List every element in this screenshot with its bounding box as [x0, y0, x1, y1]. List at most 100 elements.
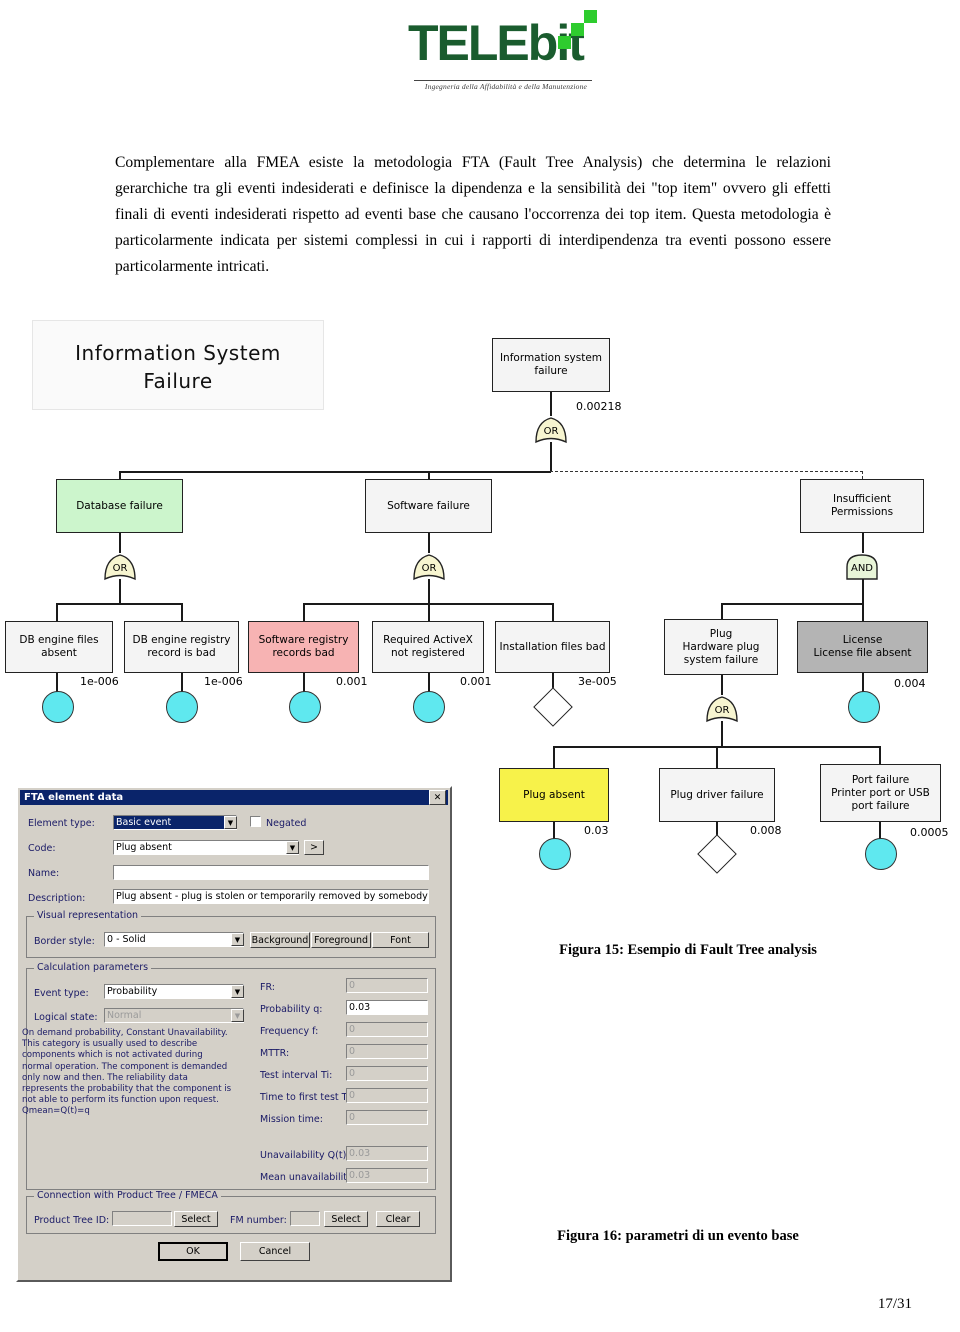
- chevron-down-icon[interactable]: ▼: [231, 985, 244, 998]
- diagram-title-panel: Information System Failure: [32, 320, 324, 410]
- product-tree-id-input[interactable]: [112, 1211, 172, 1226]
- node-insufficient-permissions[interactable]: Insufficient Permissions: [800, 479, 924, 533]
- negated-checkbox[interactable]: [250, 816, 261, 827]
- probability-q-label: Probability q:: [260, 1004, 323, 1015]
- node-information-system-failure[interactable]: Information system failure: [492, 338, 610, 392]
- product-tree-select-button[interactable]: Select: [174, 1211, 218, 1227]
- connector: [56, 673, 58, 693]
- code-combo[interactable]: Plug absent: [113, 840, 299, 855]
- undeveloped-event-diamond-installation[interactable]: [533, 687, 573, 727]
- foreground-button[interactable]: Foreground: [311, 932, 371, 948]
- node-software-failure[interactable]: Software failure: [365, 479, 492, 533]
- fm-number-label: FM number:: [230, 1215, 287, 1226]
- close-icon[interactable]: ✕: [429, 790, 446, 805]
- gate-and-permissions[interactable]: AND: [845, 553, 879, 581]
- basic-event-circle-license[interactable]: [848, 691, 880, 723]
- dialog-title: FTA element data: [24, 792, 124, 803]
- node-label: Insufficient Permissions: [830, 493, 894, 518]
- ok-button[interactable]: OK: [158, 1242, 228, 1261]
- logo-square-1: [558, 36, 571, 49]
- node-db-engine-registry-bad[interactable]: DB engine registry record is bad: [124, 621, 239, 673]
- node-label: License License file absent: [813, 634, 912, 659]
- diagram-title-text2: Failure: [143, 369, 213, 393]
- connector: [721, 675, 723, 695]
- node-database-failure[interactable]: Database failure: [56, 479, 183, 533]
- gate-label: OR: [714, 705, 730, 716]
- probability-port: 0.0005: [910, 826, 949, 839]
- connector: [721, 721, 723, 747]
- chevron-down-icon: ▼: [231, 1009, 244, 1022]
- gate-label: AND: [850, 563, 874, 574]
- background-button[interactable]: Background: [250, 932, 310, 948]
- node-installation-files-bad[interactable]: Installation files bad: [495, 621, 610, 673]
- connector: [56, 603, 58, 621]
- gate-or-software[interactable]: OR: [412, 553, 446, 581]
- probability-activex: 0.001: [460, 675, 492, 688]
- chevron-down-icon[interactable]: ▼: [224, 816, 237, 829]
- event-type-select[interactable]: Probability: [104, 984, 244, 999]
- node-label: Required ActiveX not registered: [383, 634, 473, 659]
- description-input[interactable]: Plug absent - plug is stolen or temporar…: [113, 889, 429, 904]
- connector: [119, 579, 121, 603]
- basic-event-circle-port[interactable]: [865, 838, 897, 870]
- gate-or-top[interactable]: OR: [534, 416, 568, 444]
- gate-label: OR: [543, 426, 559, 437]
- probability-db-registry: 1e-006: [204, 675, 243, 688]
- cancel-button[interactable]: Cancel: [240, 1242, 310, 1261]
- gate-or-database[interactable]: OR: [103, 553, 137, 581]
- node-label: Plug Hardware plug system failure: [682, 627, 760, 666]
- node-plug-hardware-system-failure[interactable]: Plug Hardware plug system failure: [664, 619, 778, 675]
- diagram-title-text1: Information System: [75, 341, 281, 365]
- undeveloped-event-diamond-plug-driver[interactable]: [697, 834, 737, 874]
- basic-event-circle-db-files[interactable]: [42, 691, 74, 723]
- clear-button[interactable]: Clear: [376, 1211, 420, 1227]
- gate-or-plug[interactable]: OR: [705, 695, 739, 723]
- chevron-down-icon[interactable]: ▼: [231, 933, 244, 946]
- code-more-button[interactable]: >: [304, 840, 324, 855]
- logo-tagline: Ingegneria della Affidabilità e della Ma…: [424, 82, 588, 91]
- node-plug-driver-failure[interactable]: Plug driver failure: [659, 768, 775, 822]
- mean-unavailability-input: 0.03: [346, 1168, 428, 1183]
- connector: [56, 603, 182, 605]
- name-input[interactable]: [113, 865, 429, 880]
- connector: [428, 673, 430, 693]
- fm-number-input[interactable]: [290, 1211, 320, 1226]
- probability-license: 0.004: [894, 677, 926, 690]
- gate-label: OR: [112, 563, 128, 574]
- chevron-down-icon[interactable]: ▼: [286, 841, 299, 854]
- basic-event-circle-activex[interactable]: [413, 691, 445, 723]
- test-interval-input: 0: [346, 1066, 428, 1081]
- node-activex-not-registered[interactable]: Required ActiveX not registered: [372, 621, 484, 673]
- node-label: DB engine registry record is bad: [132, 634, 231, 659]
- node-plug-absent[interactable]: Plug absent: [499, 768, 609, 822]
- element-type-select[interactable]: Basic event: [113, 815, 237, 830]
- connector: [119, 533, 121, 553]
- connector: [862, 579, 864, 603]
- basic-event-circle-db-registry[interactable]: [166, 691, 198, 723]
- mission-time-input: 0: [346, 1110, 428, 1125]
- probability-top: 0.00218: [576, 400, 622, 413]
- probability-q-input[interactable]: 0.03: [346, 1000, 428, 1015]
- node-software-registry-bad[interactable]: Software registry records bad: [248, 621, 359, 673]
- probability-sw-registry: 0.001: [336, 675, 368, 688]
- node-license-file-absent[interactable]: License License file absent: [797, 621, 928, 673]
- gate-label: OR: [421, 563, 437, 574]
- connector: [721, 603, 863, 605]
- basic-event-circle-plug-absent[interactable]: [539, 838, 571, 870]
- logo-square-2: [571, 23, 584, 36]
- fr-input: 0: [346, 978, 428, 993]
- frequency-f-input: 0: [346, 1022, 428, 1037]
- diagram-title-line1: Information System Failure: [33, 339, 323, 395]
- node-port-failure[interactable]: Port failure Printer port or USB port fa…: [820, 764, 941, 822]
- fm-number-select-button[interactable]: Select: [324, 1211, 368, 1227]
- border-style-select[interactable]: 0 - Solid: [104, 932, 244, 947]
- basic-event-circle-sw-registry[interactable]: [289, 691, 321, 723]
- connector: [552, 603, 554, 621]
- figure-16-caption: Figura 16: parametri di un evento base: [557, 1228, 799, 1244]
- font-button[interactable]: Font: [372, 932, 429, 948]
- logical-state-label: Logical state:: [34, 1012, 98, 1023]
- unavailability-qt-input: 0.03: [346, 1146, 428, 1161]
- connector: [862, 533, 864, 553]
- dialog-titlebar[interactable]: FTA element data ✕: [20, 790, 448, 805]
- node-db-engine-files-absent[interactable]: DB engine files absent: [5, 621, 113, 673]
